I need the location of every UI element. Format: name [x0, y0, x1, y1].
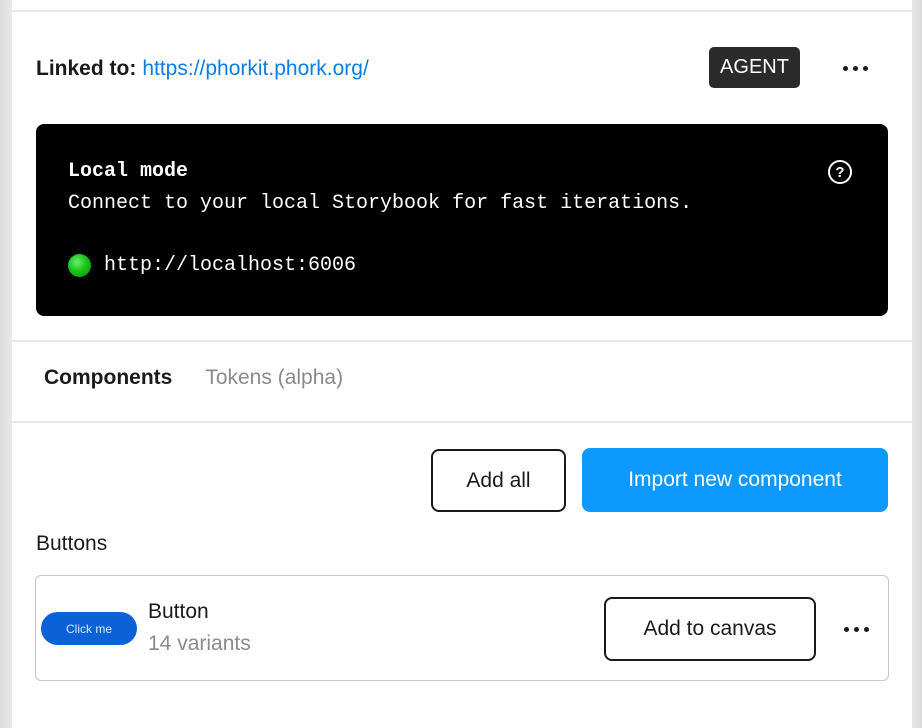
header-more-button[interactable] — [835, 53, 875, 83]
more-dot — [862, 65, 868, 71]
tabs-bottom-divider — [12, 421, 912, 423]
agent-badge[interactable]: AGENT — [709, 47, 800, 88]
component-more-button[interactable] — [836, 614, 876, 644]
import-new-component-button[interactable]: Import new component — [582, 448, 888, 512]
component-name: Button — [148, 600, 209, 623]
local-mode-description: Connect to your local Storybook for fast… — [68, 192, 693, 215]
more-horizontal-icon — [842, 65, 848, 71]
linked-url-link[interactable]: https://phorkit.phork.org/ — [142, 57, 368, 81]
tab-bar: Components Tokens (alpha) — [44, 366, 343, 390]
linked-to-label: Linked to: — [36, 57, 137, 80]
tabs-top-divider — [12, 340, 912, 342]
more-dot — [852, 65, 858, 71]
more-horizontal-icon — [843, 626, 849, 632]
group-label-buttons: Buttons — [36, 532, 108, 555]
linked-to-row: Linked to: https://phorkit.phork.org/ — [36, 52, 369, 86]
tab-tokens[interactable]: Tokens (alpha) — [205, 366, 343, 390]
scrollbar-track[interactable] — [912, 0, 922, 728]
left-panel-edge — [0, 0, 12, 728]
add-to-canvas-button[interactable]: Add to canvas — [604, 597, 816, 661]
more-dot — [863, 626, 869, 632]
add-all-button[interactable]: Add all — [431, 449, 566, 512]
local-connection-status: http://localhost:6006 — [68, 254, 356, 277]
help-icon[interactable]: ? — [828, 160, 852, 184]
local-mode-title: Local mode — [68, 160, 189, 183]
component-preview[interactable]: Click me — [41, 612, 137, 645]
more-dot — [853, 626, 859, 632]
component-row: Click me Button 14 variants Add to canva… — [35, 575, 889, 681]
storybook-plugin-panel: Linked to: https://phorkit.phork.org/ AG… — [12, 0, 912, 728]
top-divider — [12, 10, 912, 12]
tab-components[interactable]: Components — [44, 366, 172, 390]
local-mode-card: Local mode Connect to your local Storybo… — [36, 124, 888, 316]
local-url: http://localhost:6006 — [104, 254, 357, 277]
component-variant-count: 14 variants — [148, 632, 251, 655]
connected-status-icon — [68, 254, 91, 277]
